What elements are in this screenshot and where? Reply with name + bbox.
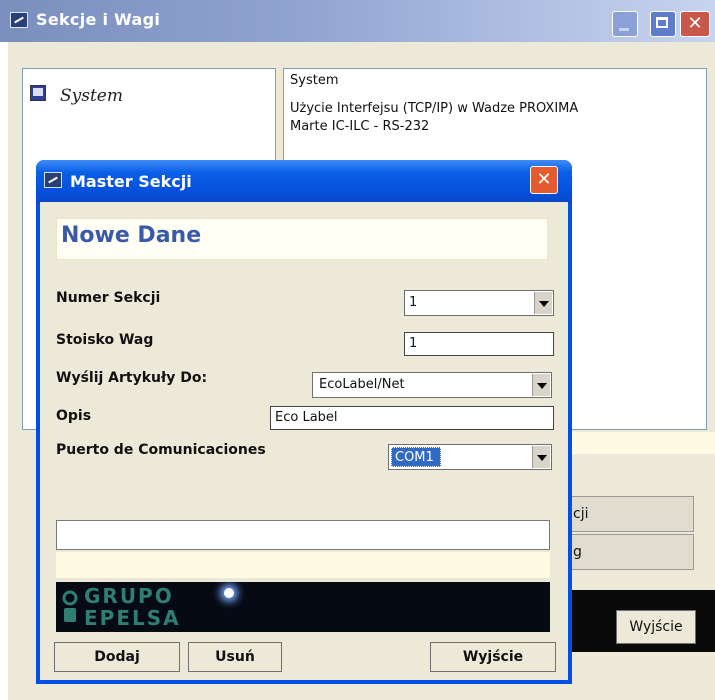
tree-item-system[interactable]: System <box>60 86 123 106</box>
chevron-down-icon[interactable] <box>534 292 552 314</box>
dialog-title-bar[interactable]: Master Sekcji ✕ <box>36 160 572 202</box>
outer-title-bar[interactable]: Sekcje i Wagi ✕ <box>0 0 715 42</box>
scale-button-label: g <box>573 544 582 560</box>
master-sekcji-dialog: Master Sekcji ✕ Nowe Dane Numer Sekcji 1… <box>36 160 572 684</box>
dialog-title: Master Sekcji <box>70 172 192 191</box>
outer-exit-button[interactable]: Wyjście <box>616 610 696 644</box>
header-box: Nowe Dane <box>56 218 548 260</box>
chevron-down-icon[interactable] <box>532 446 550 468</box>
delete-button[interactable]: Usuń <box>188 642 282 672</box>
wyslij-artykuly-label: Wyślij Artykuły Do: <box>56 370 208 386</box>
outer-close-button[interactable]: ✕ <box>680 11 710 37</box>
description-line: System <box>290 73 339 88</box>
description-line: Marte IC-ILC - RS-232 <box>290 119 430 134</box>
logo-spark <box>224 588 234 598</box>
status-strip <box>560 432 715 454</box>
stoisko-wag-label: Stoisko Wag <box>56 332 154 348</box>
info-strip <box>56 552 550 578</box>
puerto-dropdown[interactable]: COM1 <box>388 444 552 470</box>
exit-button[interactable]: Wyjście <box>430 642 556 672</box>
description-line: Użycie Interfejsu (TCP/IP) w Wadze PROXI… <box>290 101 579 116</box>
puerto-label: Puerto de Comunicaciones <box>56 442 266 458</box>
section-button[interactable]: cji <box>560 496 694 532</box>
status-input[interactable] <box>56 520 550 550</box>
app-icon <box>10 12 28 28</box>
maximize-button[interactable] <box>650 11 676 37</box>
section-button-label: cji <box>573 506 589 522</box>
minimize-button[interactable] <box>612 11 638 37</box>
dialog-header: Nowe Dane <box>61 223 202 248</box>
dialog-body: Nowe Dane Numer Sekcji 1 Stoisko Wag 1 W… <box>40 202 568 680</box>
grupo-epelsa-logo: GRUPO EPELSA <box>56 582 550 632</box>
wyslij-artykuly-value: EcoLabel/Net <box>319 377 405 392</box>
add-button[interactable]: Dodaj <box>54 642 180 672</box>
logo-line-2: EPELSA <box>84 606 181 630</box>
epelsa-mark-icon <box>62 590 78 622</box>
opis-label: Opis <box>56 408 92 424</box>
dialog-app-icon <box>44 172 62 188</box>
dialog-close-button[interactable]: ✕ <box>530 166 558 194</box>
wyslij-artykuly-dropdown[interactable]: EcoLabel/Net <box>312 372 552 398</box>
chevron-down-icon[interactable] <box>532 374 550 396</box>
system-tree-icon <box>30 85 46 101</box>
opis-field[interactable]: Eco Label <box>270 406 554 430</box>
scale-button[interactable]: g <box>560 534 694 570</box>
numer-sekcji-dropdown[interactable]: 1 <box>404 290 554 316</box>
logo-line-1: GRUPO <box>84 584 174 608</box>
stoisko-wag-field[interactable]: 1 <box>404 332 554 356</box>
numer-sekcji-label: Numer Sekcji <box>56 290 161 306</box>
numer-sekcji-value: 1 <box>409 295 418 310</box>
outer-window-title: Sekcje i Wagi <box>36 10 161 29</box>
puerto-value: COM1 <box>391 447 441 467</box>
